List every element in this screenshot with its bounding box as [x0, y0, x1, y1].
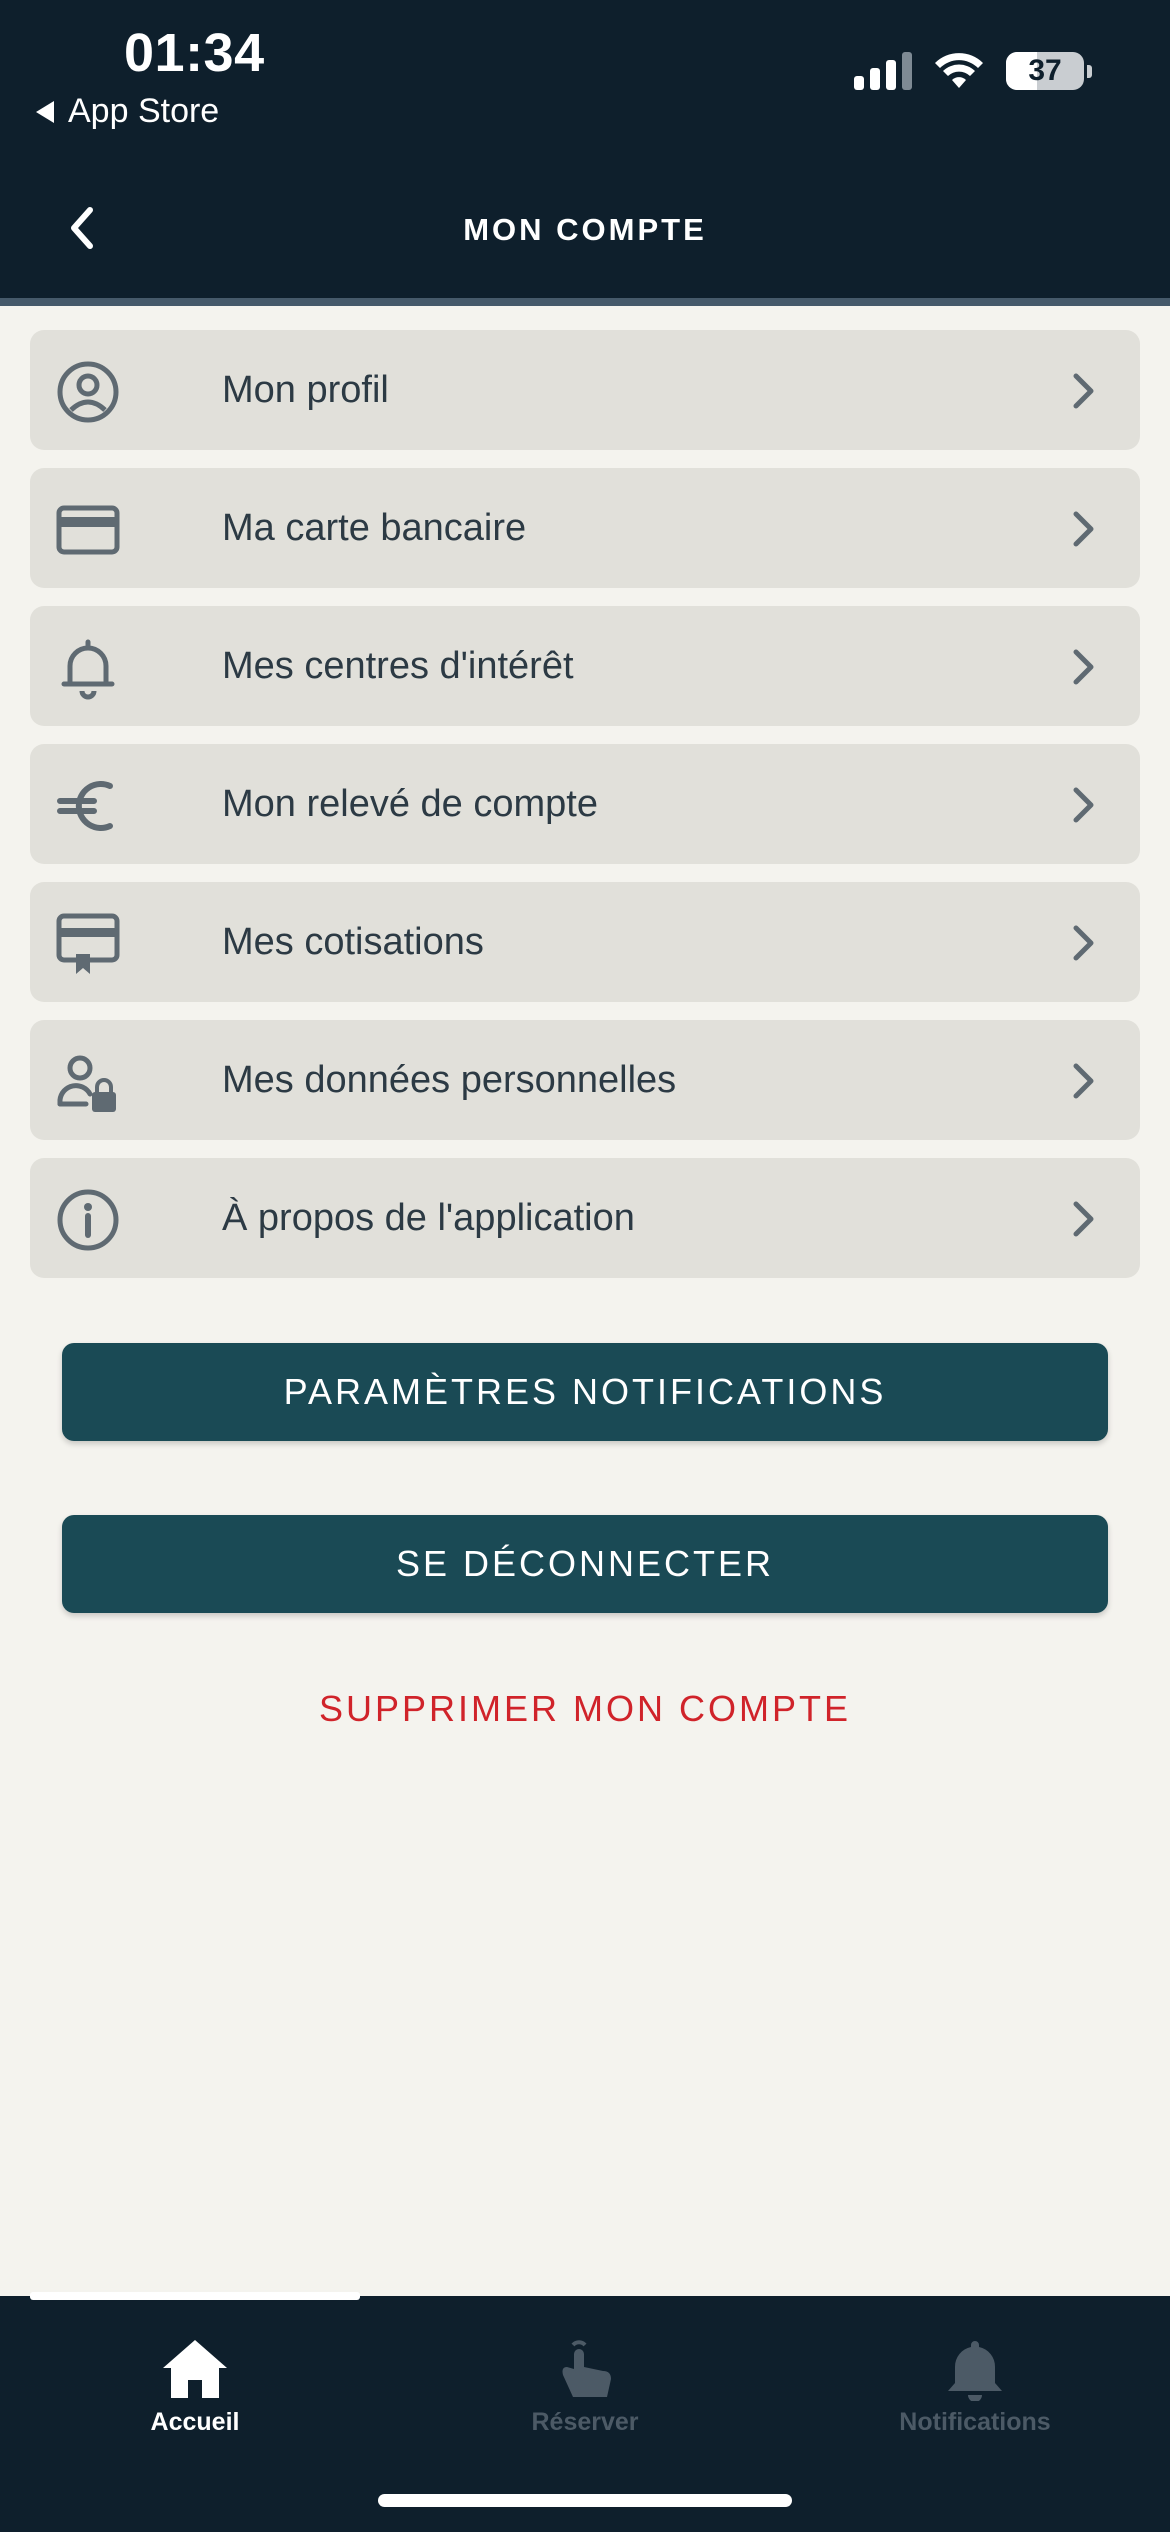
back-app-label: App Store: [68, 92, 220, 130]
menu-item-label: Mes centres d'intérêt: [222, 644, 574, 687]
battery-level: 37: [1028, 54, 1062, 87]
chevron-right-icon: [1073, 925, 1094, 961]
menu-item-label: Mon profil: [222, 368, 389, 411]
account-menu: Mon profil Ma carte bancaire Mes centres…: [30, 330, 1140, 1296]
battery-icon: 37: [1006, 52, 1084, 90]
status-time: 01:34: [124, 23, 265, 83]
membership-card-icon: [56, 912, 120, 976]
user-circle-icon: [56, 360, 120, 424]
bell-icon: [940, 2336, 1010, 2402]
euro-icon: [56, 774, 120, 838]
menu-item-label: Ma carte bancaire: [222, 506, 527, 549]
header-divider: [0, 298, 1170, 306]
tab-reserve-label: Réserver: [531, 2408, 639, 2436]
user-lock-icon: [56, 1050, 120, 1114]
menu-item-contributions[interactable]: Mes cotisations: [30, 882, 1140, 1002]
menu-item-label: À propos de l'application: [222, 1196, 635, 1239]
account-screen: 01:34 App Store 37 MON COMPTE Mon profil…: [0, 0, 1170, 2532]
page-title: MON COMPTE: [463, 212, 707, 247]
bell-icon: [56, 636, 120, 700]
logout-button[interactable]: SE DÉCONNECTER: [62, 1515, 1108, 1613]
credit-card-icon: [56, 498, 120, 562]
top-bar: 01:34 App Store 37 MON COMPTE: [0, 0, 1170, 298]
tab-notifications-label: Notifications: [899, 2408, 1051, 2436]
tab-notifications[interactable]: Notifications: [780, 2336, 1170, 2456]
wifi-icon: [935, 53, 983, 88]
home-icon: [160, 2336, 230, 2402]
menu-item-personal-data[interactable]: Mes données personnelles: [30, 1020, 1140, 1140]
chevron-right-icon: [1073, 649, 1094, 685]
menu-item-label: Mes cotisations: [222, 920, 484, 963]
menu-item-about[interactable]: À propos de l'application: [30, 1158, 1140, 1278]
tab-reserve[interactable]: Réserver: [390, 2336, 780, 2456]
chevron-right-icon: [1073, 787, 1094, 823]
battery-indicator: 37: [1006, 52, 1092, 90]
delete-account-link[interactable]: SUPPRIMER MON COMPTE: [0, 1688, 1170, 1730]
menu-item-label: Mes données personnelles: [222, 1058, 677, 1101]
home-indicator: [378, 2494, 792, 2507]
back-triangle-icon: [36, 100, 54, 123]
chevron-right-icon: [1073, 373, 1094, 409]
chevron-right-icon: [1073, 1063, 1094, 1099]
menu-item-profile[interactable]: Mon profil: [30, 330, 1140, 450]
tab-home[interactable]: Accueil: [0, 2336, 390, 2456]
active-tab-indicator: [30, 2292, 360, 2300]
info-icon: [56, 1188, 120, 1252]
menu-item-interests[interactable]: Mes centres d'intérêt: [30, 606, 1140, 726]
chevron-right-icon: [1073, 1201, 1094, 1237]
menu-item-label: Mon relevé de compte: [222, 782, 598, 825]
menu-item-statement[interactable]: Mon relevé de compte: [30, 744, 1140, 864]
chevron-right-icon: [1073, 511, 1094, 547]
tab-home-label: Accueil: [150, 2408, 240, 2436]
tap-hand-icon: [550, 2336, 620, 2402]
cellular-signal-icon: [854, 52, 912, 90]
back-to-app-store[interactable]: App Store: [36, 92, 219, 131]
menu-item-bank-card[interactable]: Ma carte bancaire: [30, 468, 1140, 588]
status-icons: 37: [854, 52, 1092, 90]
notification-settings-button[interactable]: PARAMÈTRES NOTIFICATIONS: [62, 1343, 1108, 1441]
